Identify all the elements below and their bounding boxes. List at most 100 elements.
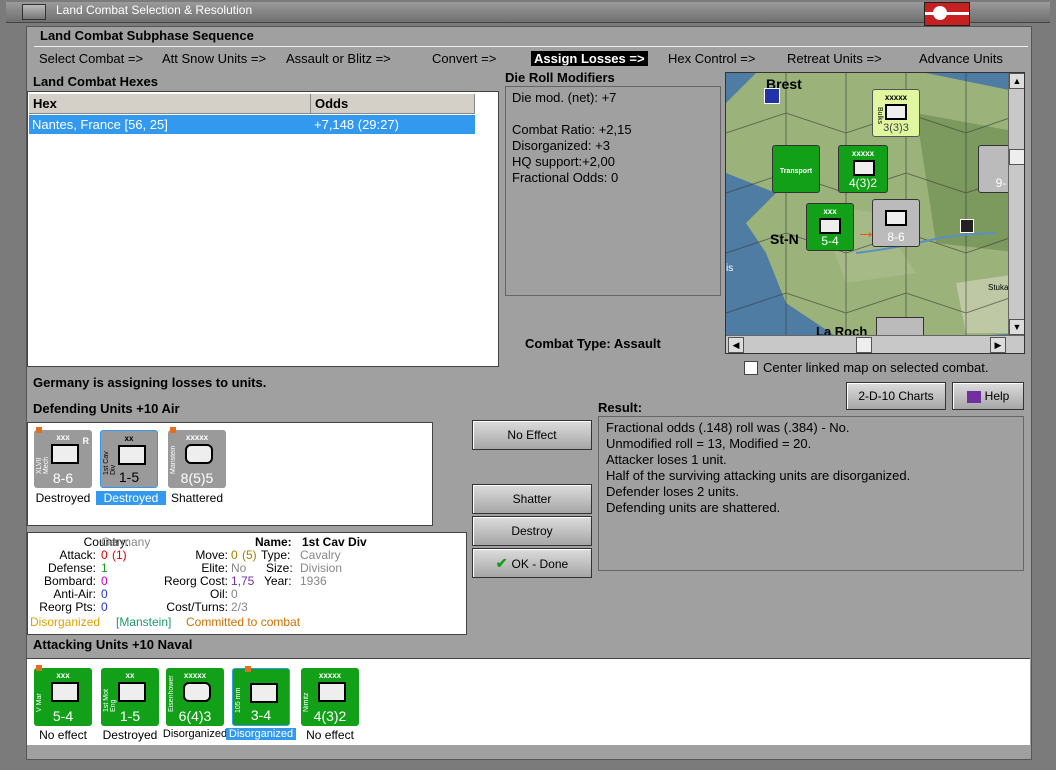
center-linked-label[interactable]: Center linked map on selected combat. bbox=[763, 360, 988, 375]
unit-strength: 5-4 bbox=[821, 234, 839, 248]
die-roll-line: HQ support:+2,00 bbox=[512, 154, 615, 169]
hexes-table: Hex Odds Nantes, France [56, 25] +7,148 … bbox=[27, 91, 499, 367]
map-vertical-thumb[interactable] bbox=[1009, 149, 1024, 165]
unit-name: Manstein bbox=[170, 445, 177, 474]
phase-assign-losses[interactable]: Assign Losses => bbox=[531, 51, 648, 66]
attacking-unit-card[interactable]: 105 mm 3-4 bbox=[232, 666, 290, 726]
cavalry-symbol-icon bbox=[118, 445, 146, 465]
help-button[interactable]: Help bbox=[952, 382, 1024, 410]
unit-indicator bbox=[245, 666, 251, 672]
scroll-left-icon[interactable]: ◀ bbox=[728, 337, 744, 353]
column-header-odds[interactable]: Odds bbox=[311, 94, 475, 114]
attacking-unit-result: No effect bbox=[306, 728, 354, 742]
phase-hex-control[interactable]: Hex Control => bbox=[668, 51, 755, 66]
status-disorganized: Disorganized bbox=[30, 615, 101, 629]
attacking-unit-card[interactable]: xxx V Mar 5-4 bbox=[34, 665, 92, 726]
phase-att-snow-units[interactable]: Att Snow Units => bbox=[162, 51, 266, 66]
attack-value: 0 bbox=[101, 548, 108, 562]
elite-value: No bbox=[231, 561, 247, 575]
help-book-icon bbox=[966, 390, 981, 403]
defending-unit-card[interactable]: xxxxx Manstein 8(5)5 bbox=[168, 427, 226, 488]
defending-unit-card[interactable]: xxx R XLVII Mech 8-6 bbox=[34, 427, 92, 488]
attacking-unit-result: No effect bbox=[39, 728, 87, 742]
unit-strength: 6(4)3 bbox=[178, 708, 212, 724]
reorg-pts-value: 0 bbox=[101, 600, 108, 614]
map-label-st-n: St-N bbox=[770, 231, 799, 247]
map-label-bulks: Bulks bbox=[876, 107, 883, 125]
defending-unit-card[interactable]: xx 1st Cav Div 1-5 bbox=[100, 430, 158, 488]
mech-symbol-icon bbox=[885, 210, 907, 226]
unit-size: xxx bbox=[823, 207, 837, 216]
attacking-unit-card[interactable]: xxxxx Nimitz 4(3)2 bbox=[301, 668, 359, 726]
scroll-right-icon[interactable]: ▶ bbox=[990, 337, 1006, 353]
defending-unit-result: Destroyed bbox=[35, 491, 91, 505]
hq-symbol-icon bbox=[183, 682, 211, 702]
attacking-unit-result: Destroyed bbox=[102, 728, 158, 742]
map-unit[interactable]: xxx 5-4 bbox=[806, 203, 854, 251]
name-value: 1st Cav Div bbox=[302, 535, 367, 549]
map-unit[interactable]: 8-6 bbox=[872, 199, 920, 247]
die-roll-line: Die mod. (net): +7 bbox=[512, 90, 617, 105]
status-hq: [Manstein] bbox=[116, 615, 172, 629]
attack-paren: (1) bbox=[112, 548, 127, 562]
unit-strength: 4(3)2 bbox=[313, 708, 347, 724]
column-header-hex[interactable]: Hex bbox=[29, 94, 311, 114]
defending-unit-result: Destroyed bbox=[96, 491, 166, 505]
attacking-unit-result: Disorganized bbox=[162, 728, 228, 740]
charts-button[interactable]: 2-D-10 Charts bbox=[846, 382, 946, 410]
scroll-up-icon[interactable]: ▲ bbox=[1009, 73, 1024, 89]
artillery-symbol-icon bbox=[250, 683, 278, 703]
map-vertical-scrollbar[interactable] bbox=[1008, 73, 1024, 335]
result-line: Defending units are shattered. bbox=[606, 500, 781, 515]
phase-retreat-units[interactable]: Retreat Units => bbox=[787, 51, 882, 66]
scroll-down-icon[interactable]: ▼ bbox=[1009, 319, 1024, 335]
reorg-pts-label: Reorg Pts: bbox=[39, 600, 96, 614]
map-label-stuka: Stuka bbox=[988, 283, 1009, 292]
map-horizontal-thumb[interactable] bbox=[856, 337, 872, 353]
air-unit-icon bbox=[960, 219, 974, 233]
phase-convert[interactable]: Convert => bbox=[432, 51, 496, 66]
ok-done-button[interactable]: ✔ OK - Done bbox=[472, 548, 592, 578]
combat-type-label: Combat Type: bbox=[525, 336, 611, 351]
bombard-label: Bombard: bbox=[43, 574, 96, 588]
table-row[interactable]: Nantes, France [56, 25] +7,148 (29:27) bbox=[29, 115, 475, 134]
map-unit-transport[interactable]: Transport bbox=[772, 145, 820, 193]
engineer-symbol-icon bbox=[118, 682, 146, 702]
attacking-units-box: xxx V Mar 5-4 No effect xx 1st Mot Eng 1… bbox=[27, 658, 1030, 745]
phase-advance-units[interactable]: Advance Units bbox=[919, 51, 1003, 66]
mech-infantry-symbol-icon bbox=[51, 444, 79, 464]
reorg-cost-value: 1,75 bbox=[231, 574, 255, 588]
map-unit[interactable]: xxxxx 4(3)2 bbox=[838, 145, 888, 193]
map-label-is: is bbox=[726, 263, 734, 274]
unit-name: XLVII Mech bbox=[36, 456, 50, 474]
window-title: Land Combat Selection & Resolution bbox=[56, 3, 253, 17]
defense-value: 1 bbox=[101, 561, 108, 575]
infantry-symbol-icon bbox=[885, 104, 907, 120]
defending-title: Defending Units +10 Air bbox=[33, 401, 180, 416]
size-value: Division bbox=[300, 561, 343, 575]
hex-cell: Nantes, France [56, 25] bbox=[32, 117, 168, 132]
attacking-unit-card[interactable]: xxxxx Eisenhower 6(4)3 bbox=[166, 668, 224, 726]
destroy-button[interactable]: Destroy bbox=[472, 516, 592, 546]
unit-type: Transport bbox=[779, 168, 813, 175]
unit-strength: 8(5)5 bbox=[180, 470, 214, 486]
phase-assault-or-blitz[interactable]: Assault or Blitz => bbox=[286, 51, 391, 66]
phase-select-combat[interactable]: Select Combat => bbox=[39, 51, 143, 66]
marine-symbol-icon bbox=[51, 682, 79, 702]
unit-strength: 4(3)2 bbox=[848, 176, 877, 190]
center-linked-checkbox[interactable] bbox=[744, 361, 758, 375]
shatter-button[interactable]: Shatter bbox=[472, 484, 592, 514]
map-horizontal-scrollbar[interactable] bbox=[726, 335, 1024, 353]
unit-size: xxxxx bbox=[851, 149, 875, 158]
system-menu-button[interactable] bbox=[22, 4, 46, 20]
unit-strength: 5-4 bbox=[52, 708, 74, 724]
odds-cell: +7,148 (29:27) bbox=[314, 117, 399, 132]
no-effect-button[interactable]: No Effect bbox=[472, 420, 592, 450]
attack-arrow-icon: → bbox=[856, 221, 876, 243]
linked-map[interactable]: Brest St-N La Roch is xxxxx 3(3)3 Transp… bbox=[725, 72, 1025, 354]
unit-info-box: Country: Germany Name: 1st Cav Div Attac… bbox=[27, 532, 467, 635]
marine-symbol-icon bbox=[819, 218, 841, 234]
defense-label: Defense: bbox=[47, 561, 96, 575]
country-value: Germany bbox=[101, 535, 151, 549]
attacking-unit-card[interactable]: xx 1st Mot Eng 1-5 bbox=[101, 668, 159, 726]
